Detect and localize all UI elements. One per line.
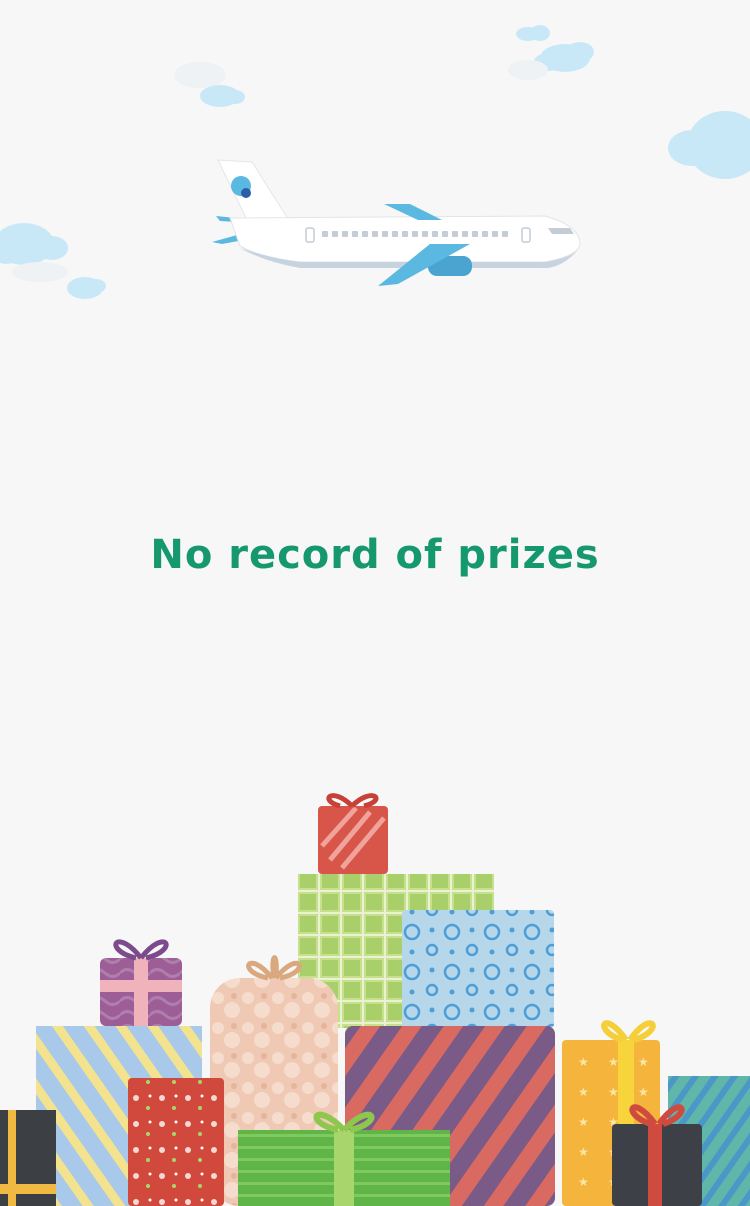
gift-box-icon [100, 939, 182, 1026]
gift-box-icon [0, 1110, 56, 1206]
gift-box-icon [128, 1078, 224, 1206]
gift-box-icon [402, 910, 554, 1028]
gift-box-icon [318, 793, 388, 874]
gift-boxes-illustration: ★ [0, 793, 750, 1206]
